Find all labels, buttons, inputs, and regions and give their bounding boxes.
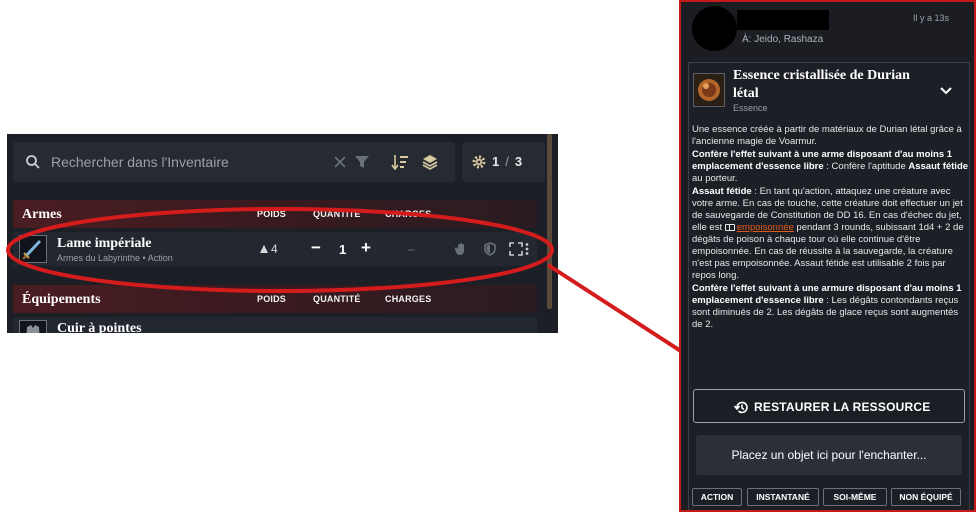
sort-icon[interactable] xyxy=(391,153,409,171)
item-charges: – xyxy=(408,242,415,256)
item-quantity: 1 xyxy=(339,242,347,257)
item-subtitle: Armes du Labyrinthe • Action xyxy=(57,253,173,263)
shield-icon[interactable] xyxy=(483,242,497,256)
column-quantity: QUANTITÉ xyxy=(313,294,361,304)
column-weight: POIDS xyxy=(257,294,287,304)
weight-icon xyxy=(260,245,268,253)
item-title: Essence cristallisée de Durian létal xyxy=(733,68,910,101)
item-name: Lame impériale xyxy=(57,236,152,251)
enchant-drop-zone[interactable]: Placez un objet ici pour l'enchanter... xyxy=(696,435,962,475)
sword-icon xyxy=(19,235,47,263)
timestamp: Il y a 13s xyxy=(913,13,950,23)
description-assault-fetide: Assaut fétide : En tant qu'action, attaq… xyxy=(692,186,964,281)
section-title: Équipements xyxy=(22,292,101,307)
restore-resource-label: RESTAURER LA RESSOURCE xyxy=(754,400,931,414)
history-icon xyxy=(734,401,748,414)
filter-icon[interactable] xyxy=(353,153,371,171)
avatar xyxy=(692,6,737,51)
search-input[interactable] xyxy=(51,153,311,171)
section-header-armes: Armes POIDS QUANTITÉ CHARGES xyxy=(13,200,537,228)
enchant-drop-label: Placez un objet ici pour l'enchanter... xyxy=(731,448,927,462)
clear-icon[interactable] xyxy=(331,153,349,171)
item-row-lame-imperiale[interactable]: Lame impériale Armes du Labyrinthe • Act… xyxy=(13,232,537,266)
poisoned-condition-link[interactable]: empoisonnée xyxy=(737,222,794,233)
layers-icon[interactable] xyxy=(421,153,439,171)
description-armor-effect: Confère l'effet suivant à une armure dis… xyxy=(692,283,962,330)
quantity-increase-button[interactable]: + xyxy=(361,238,371,258)
column-charges: CHARGES xyxy=(385,294,432,304)
column-quantity: QUANTITÉ xyxy=(313,209,361,219)
description-weapon-effect: Confère l'effet suivant à une arme dispo… xyxy=(692,149,969,184)
tag-soi-meme: SOI-MÊME xyxy=(823,488,887,506)
quantity-decrease-button[interactable]: − xyxy=(311,238,321,258)
armor-icon xyxy=(19,320,47,333)
recipients: À: Jeido, Rashaza xyxy=(742,34,824,45)
page-count: 1/3 xyxy=(492,154,524,169)
item-description: Une essence créée à partir de matériaux … xyxy=(692,124,969,332)
item-row-cuir-a-pointes[interactable]: Cuir à pointes xyxy=(13,317,537,333)
column-charges: CHARGES xyxy=(385,209,432,219)
scrollbar[interactable] xyxy=(547,134,552,309)
search-icon xyxy=(26,155,40,169)
tag-non-equipe: NON ÉQUIPÉ xyxy=(891,488,961,506)
description-intro: Une essence créée à partir de matériaux … xyxy=(692,124,962,147)
item-detail-card: Il y a 13s À: Jeido, Rashaza Essence cri… xyxy=(679,0,976,512)
redacted-sender-name xyxy=(737,10,829,30)
inventory-search-bar xyxy=(13,142,455,182)
page-indicator[interactable]: 1/3 xyxy=(462,142,545,182)
chevron-down-icon[interactable] xyxy=(939,83,953,97)
section-title: Armes xyxy=(22,207,62,222)
item-weight: 4 xyxy=(260,242,278,256)
item-name: Cuir à pointes xyxy=(57,321,142,333)
tag-instantane: INSTANTANÉ xyxy=(747,488,819,506)
more-options-icon[interactable] xyxy=(524,242,530,256)
column-weight: POIDS xyxy=(257,209,287,219)
tag-action: ACTION xyxy=(692,488,742,506)
section-header-equipements: Équipements POIDS QUANTITÉ CHARGES xyxy=(13,285,537,313)
hand-icon[interactable] xyxy=(454,242,468,256)
gear-icon xyxy=(472,155,486,169)
expand-icon[interactable] xyxy=(509,242,523,256)
item-card-body: Essence cristallisée de Durian létal Ess… xyxy=(688,62,970,510)
book-icon xyxy=(724,224,735,231)
inventory-panel: 1/3 Armes POIDS QUANTITÉ CHARGES Lame im… xyxy=(7,134,558,333)
restore-resource-button[interactable]: RESTAURER LA RESSOURCE xyxy=(693,389,965,423)
essence-icon xyxy=(693,73,725,107)
item-type: Essence xyxy=(733,103,768,113)
